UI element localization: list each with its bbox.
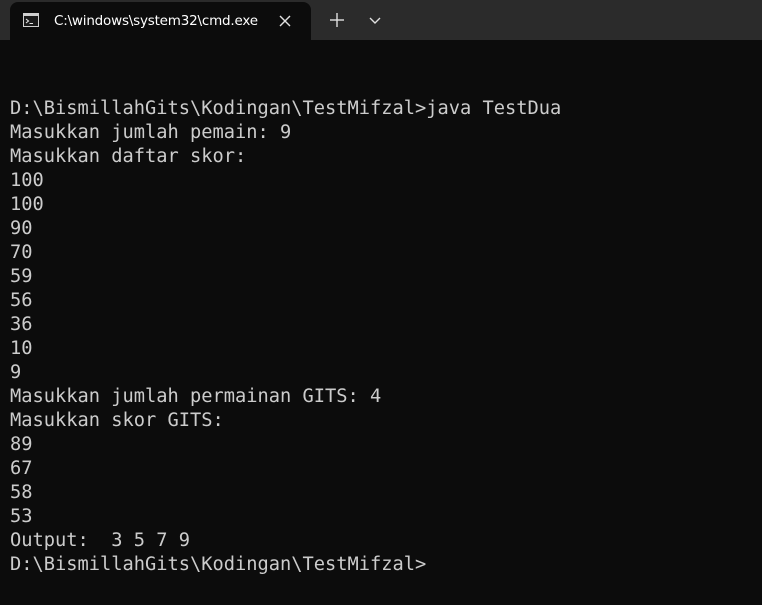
console-line: 89 [10, 434, 33, 455]
console-line: Masukkan skor GITS: [10, 410, 224, 431]
console-line: 9 [10, 362, 22, 383]
console-line: Masukkan jumlah pemain: 9 [10, 122, 292, 143]
console-line: D:\BismillahGits\Kodingan\TestMifzal> [10, 554, 427, 575]
tab-title: C:\windows\system32\cmd.exe [54, 13, 258, 29]
console-line: 100 [10, 170, 44, 191]
console-line: 67 [10, 458, 33, 479]
plus-icon[interactable] [322, 6, 352, 34]
close-icon[interactable] [276, 12, 294, 30]
terminal-tab[interactable]: C:\windows\system32\cmd.exe [10, 2, 311, 40]
terminal-icon [23, 13, 39, 27]
console-line: 59 [10, 266, 33, 287]
console-line: 100 [10, 194, 44, 215]
console-line: D:\BismillahGits\Kodingan\TestMifzal>jav… [10, 98, 562, 119]
console-line: 36 [10, 314, 33, 335]
console-line: 70 [10, 242, 33, 263]
title-bar: C:\windows\system32\cmd.exe [0, 0, 762, 40]
terminal-window: C:\windows\system32\cmd.exe D:\Bismillah… [0, 0, 762, 605]
console-line: 53 [10, 506, 33, 527]
console-output[interactable]: D:\BismillahGits\Kodingan\TestMifzal>jav… [10, 73, 561, 577]
console-line: 10 [10, 338, 33, 359]
console-line: 58 [10, 482, 33, 503]
console-line: Output: 3 5 7 9 [10, 530, 191, 551]
chevron-down-icon[interactable] [362, 6, 388, 34]
console-line: 90 [10, 218, 33, 239]
console-line: Masukkan jumlah permainan GITS: 4 [10, 386, 382, 407]
console-line: Masukkan daftar skor: [10, 146, 247, 167]
console-line: 56 [10, 290, 33, 311]
